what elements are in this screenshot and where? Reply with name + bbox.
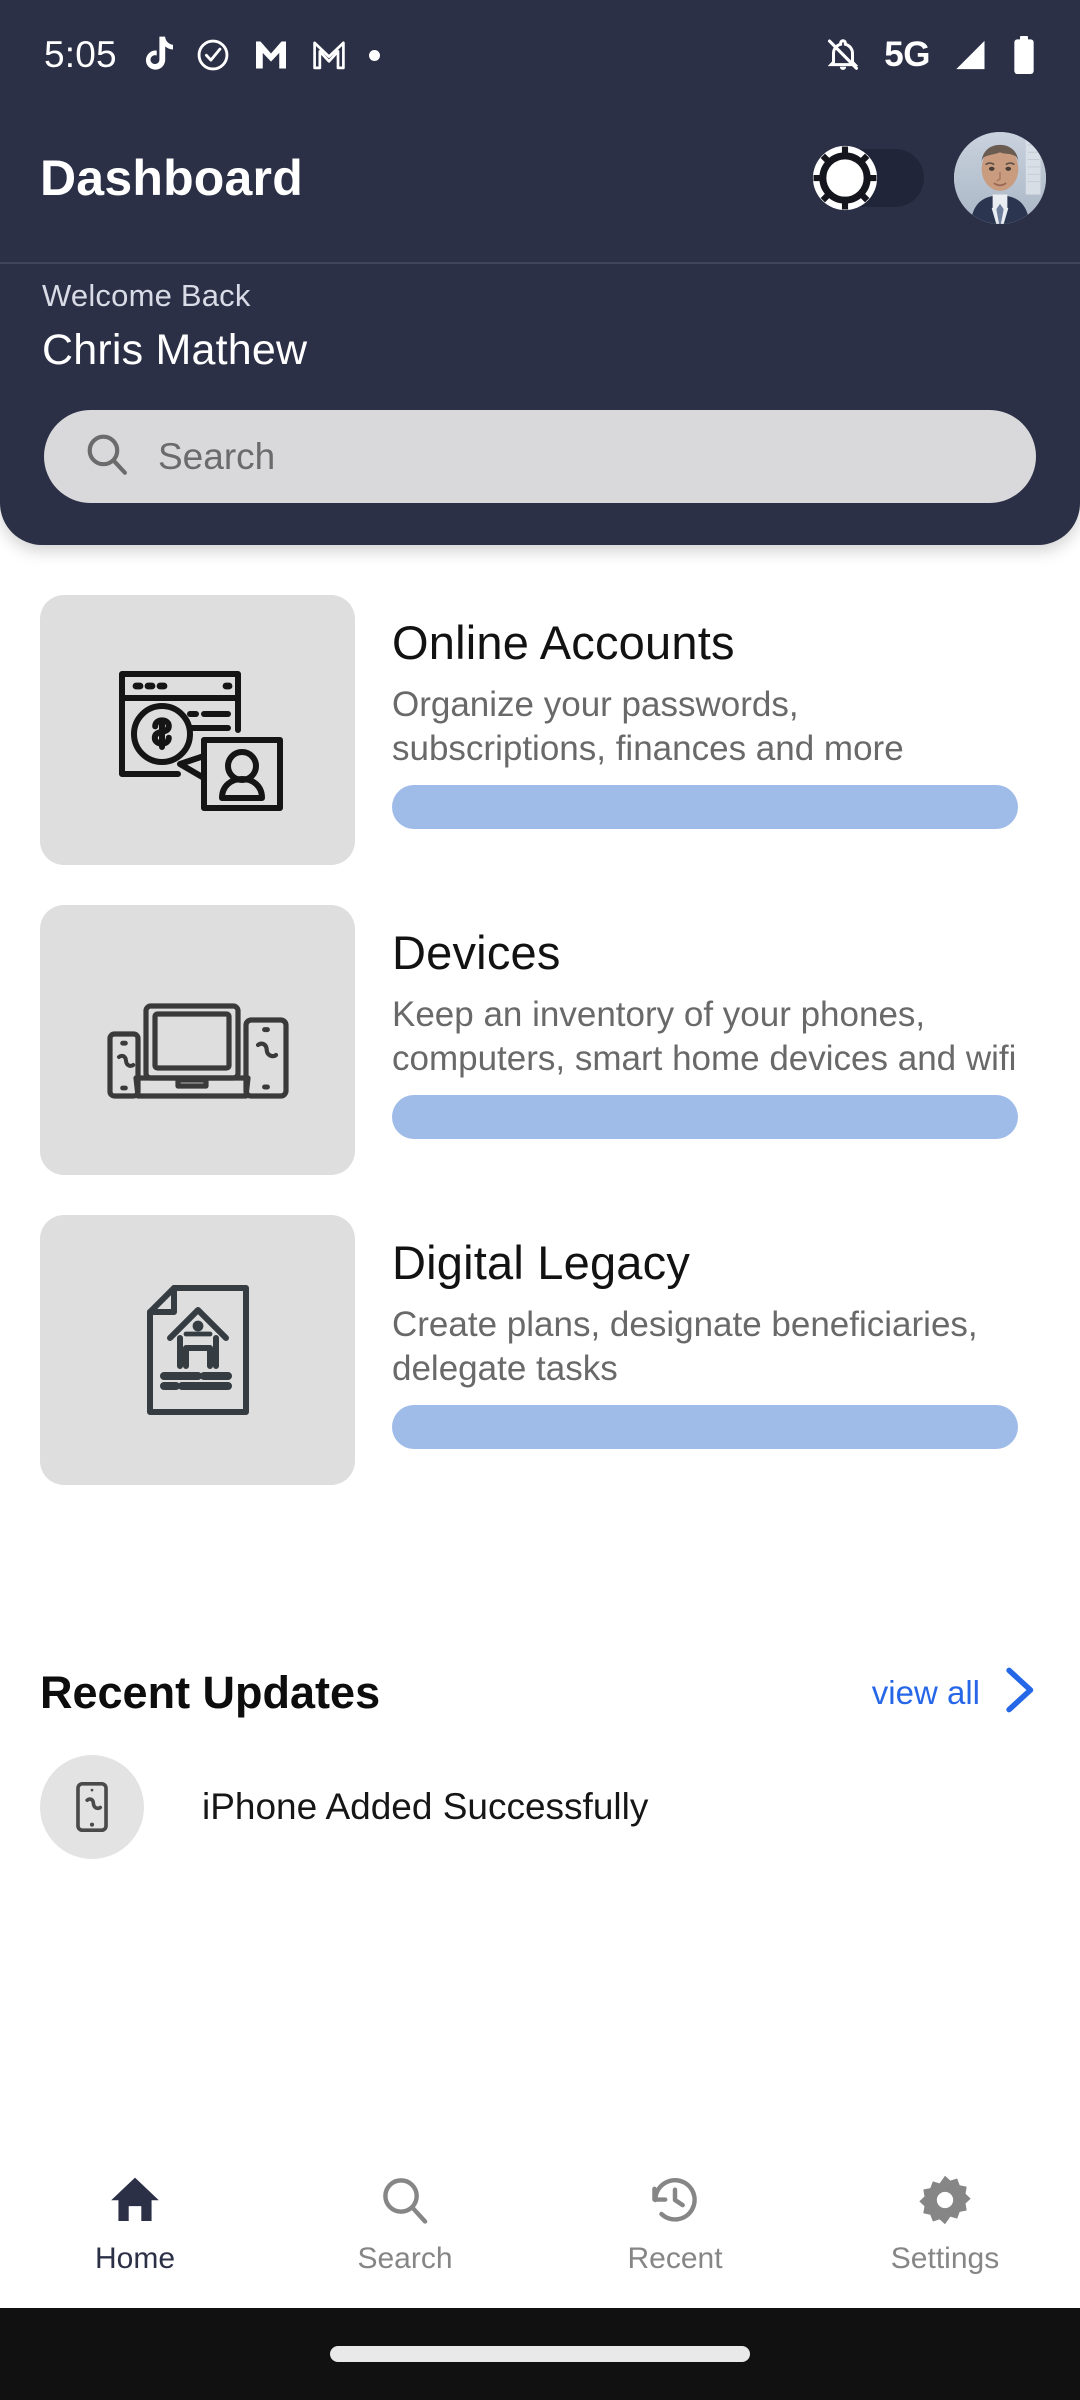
phone-screen: 5:05 5G Dashboard Welcome Back Chris Mat… (0, 0, 1080, 2400)
app-bar: Dashboard (0, 125, 1080, 230)
recent-updates-header: Recent Updates view all (0, 1665, 1080, 1720)
update-text: iPhone Added Successfully (202, 1786, 649, 1827)
phone-icon (40, 1755, 144, 1859)
tiktok-icon (139, 36, 173, 74)
bottom-navigation: Home Search Recent Settings (0, 2158, 1080, 2308)
chevron-right-icon[interactable] (996, 1665, 1040, 1720)
gear-icon (919, 2175, 971, 2225)
search-icon (82, 429, 132, 484)
nav-label-search: Search (357, 2242, 453, 2275)
dot-icon (368, 49, 380, 61)
battery-icon (1012, 35, 1036, 75)
card-title: Online Accounts (392, 616, 735, 669)
theme-toggle-knob[interactable] (810, 143, 880, 213)
card-devices[interactable]: Devices Keep an inventory of your phones… (0, 905, 1080, 1175)
online-accounts-icon (118, 671, 283, 811)
welcome-label: Welcome Back (42, 278, 251, 313)
card-description: Organize your passwords, subscriptions, … (392, 685, 904, 769)
card-progress-bar[interactable] (392, 1405, 1018, 1450)
sun-icon (812, 145, 878, 210)
card-digital-legacy[interactable]: Digital Legacy Create plans, designate b… (0, 1215, 1080, 1485)
network-type-label: 5G (884, 35, 930, 74)
card-online-accounts[interactable]: Online Accounts Organize your passwords,… (0, 595, 1080, 865)
recent-updates-title: Recent Updates (40, 1666, 381, 1718)
status-time: 5:05 (44, 34, 117, 75)
nav-item-settings[interactable]: Settings (810, 2172, 1080, 2276)
gesture-handle[interactable] (330, 2346, 750, 2362)
list-item[interactable]: iPhone Added Successfully (40, 1755, 1040, 1859)
home-icon (111, 2177, 159, 2221)
card-title: Devices (392, 926, 561, 979)
card-icon-box (40, 1215, 355, 1485)
notifications-off-icon (824, 36, 862, 74)
card-body: Devices Keep an inventory of your phones… (355, 905, 1080, 1175)
status-bar-right: 5G (824, 35, 1036, 75)
category-card-list: Online Accounts Organize your passwords,… (0, 595, 1080, 1525)
card-body: Digital Legacy Create plans, designate b… (355, 1215, 1080, 1485)
card-description: Create plans, designate beneficiaries, d… (392, 1305, 978, 1389)
search-placeholder: Search (158, 435, 276, 477)
check-circle-icon (195, 37, 231, 73)
nav-item-search[interactable]: Search (270, 2172, 540, 2276)
card-icon-box (40, 905, 355, 1175)
devices-icon (106, 1003, 289, 1099)
avatar-photo (954, 131, 1046, 224)
nav-item-recent[interactable]: Recent (540, 2172, 810, 2276)
theme-toggle[interactable] (812, 145, 924, 210)
welcome-block: Welcome Back Chris Mathew (42, 278, 307, 375)
search-input[interactable]: Search (44, 410, 1036, 503)
card-icon-box (40, 595, 355, 865)
digital-legacy-icon (146, 1285, 249, 1415)
card-title: Digital Legacy (392, 1236, 691, 1289)
view-all-link[interactable]: view all (872, 1674, 980, 1712)
search-icon (383, 2178, 428, 2224)
nav-label-settings: Settings (890, 2242, 1000, 2275)
status-bar-left: 5:05 (44, 34, 380, 76)
card-description: Keep an inventory of your phones, comput… (392, 995, 1017, 1079)
history-clock-icon (652, 2178, 697, 2222)
nav-label-home: Home (94, 2242, 176, 2275)
user-name: Chris Mathew (42, 326, 308, 374)
card-progress-bar[interactable] (392, 785, 1018, 830)
avatar[interactable] (954, 131, 1046, 224)
header-panel: 5:05 5G Dashboard Welcome Back Chris Mat… (0, 0, 1080, 545)
card-progress-bar[interactable] (392, 1095, 1018, 1140)
nav-label-recent: Recent (627, 2242, 723, 2275)
nav-item-home[interactable]: Home (0, 2172, 270, 2276)
gmail-m-icon (253, 39, 289, 71)
signal-icon (952, 37, 990, 73)
status-bar: 5:05 5G (0, 0, 1080, 110)
page-title: Dashboard (40, 149, 303, 206)
header-divider (0, 262, 1080, 264)
card-body: Online Accounts Organize your passwords,… (355, 595, 1080, 865)
gmail-outline-icon (311, 39, 347, 71)
gesture-nav-bar (0, 2308, 1080, 2400)
